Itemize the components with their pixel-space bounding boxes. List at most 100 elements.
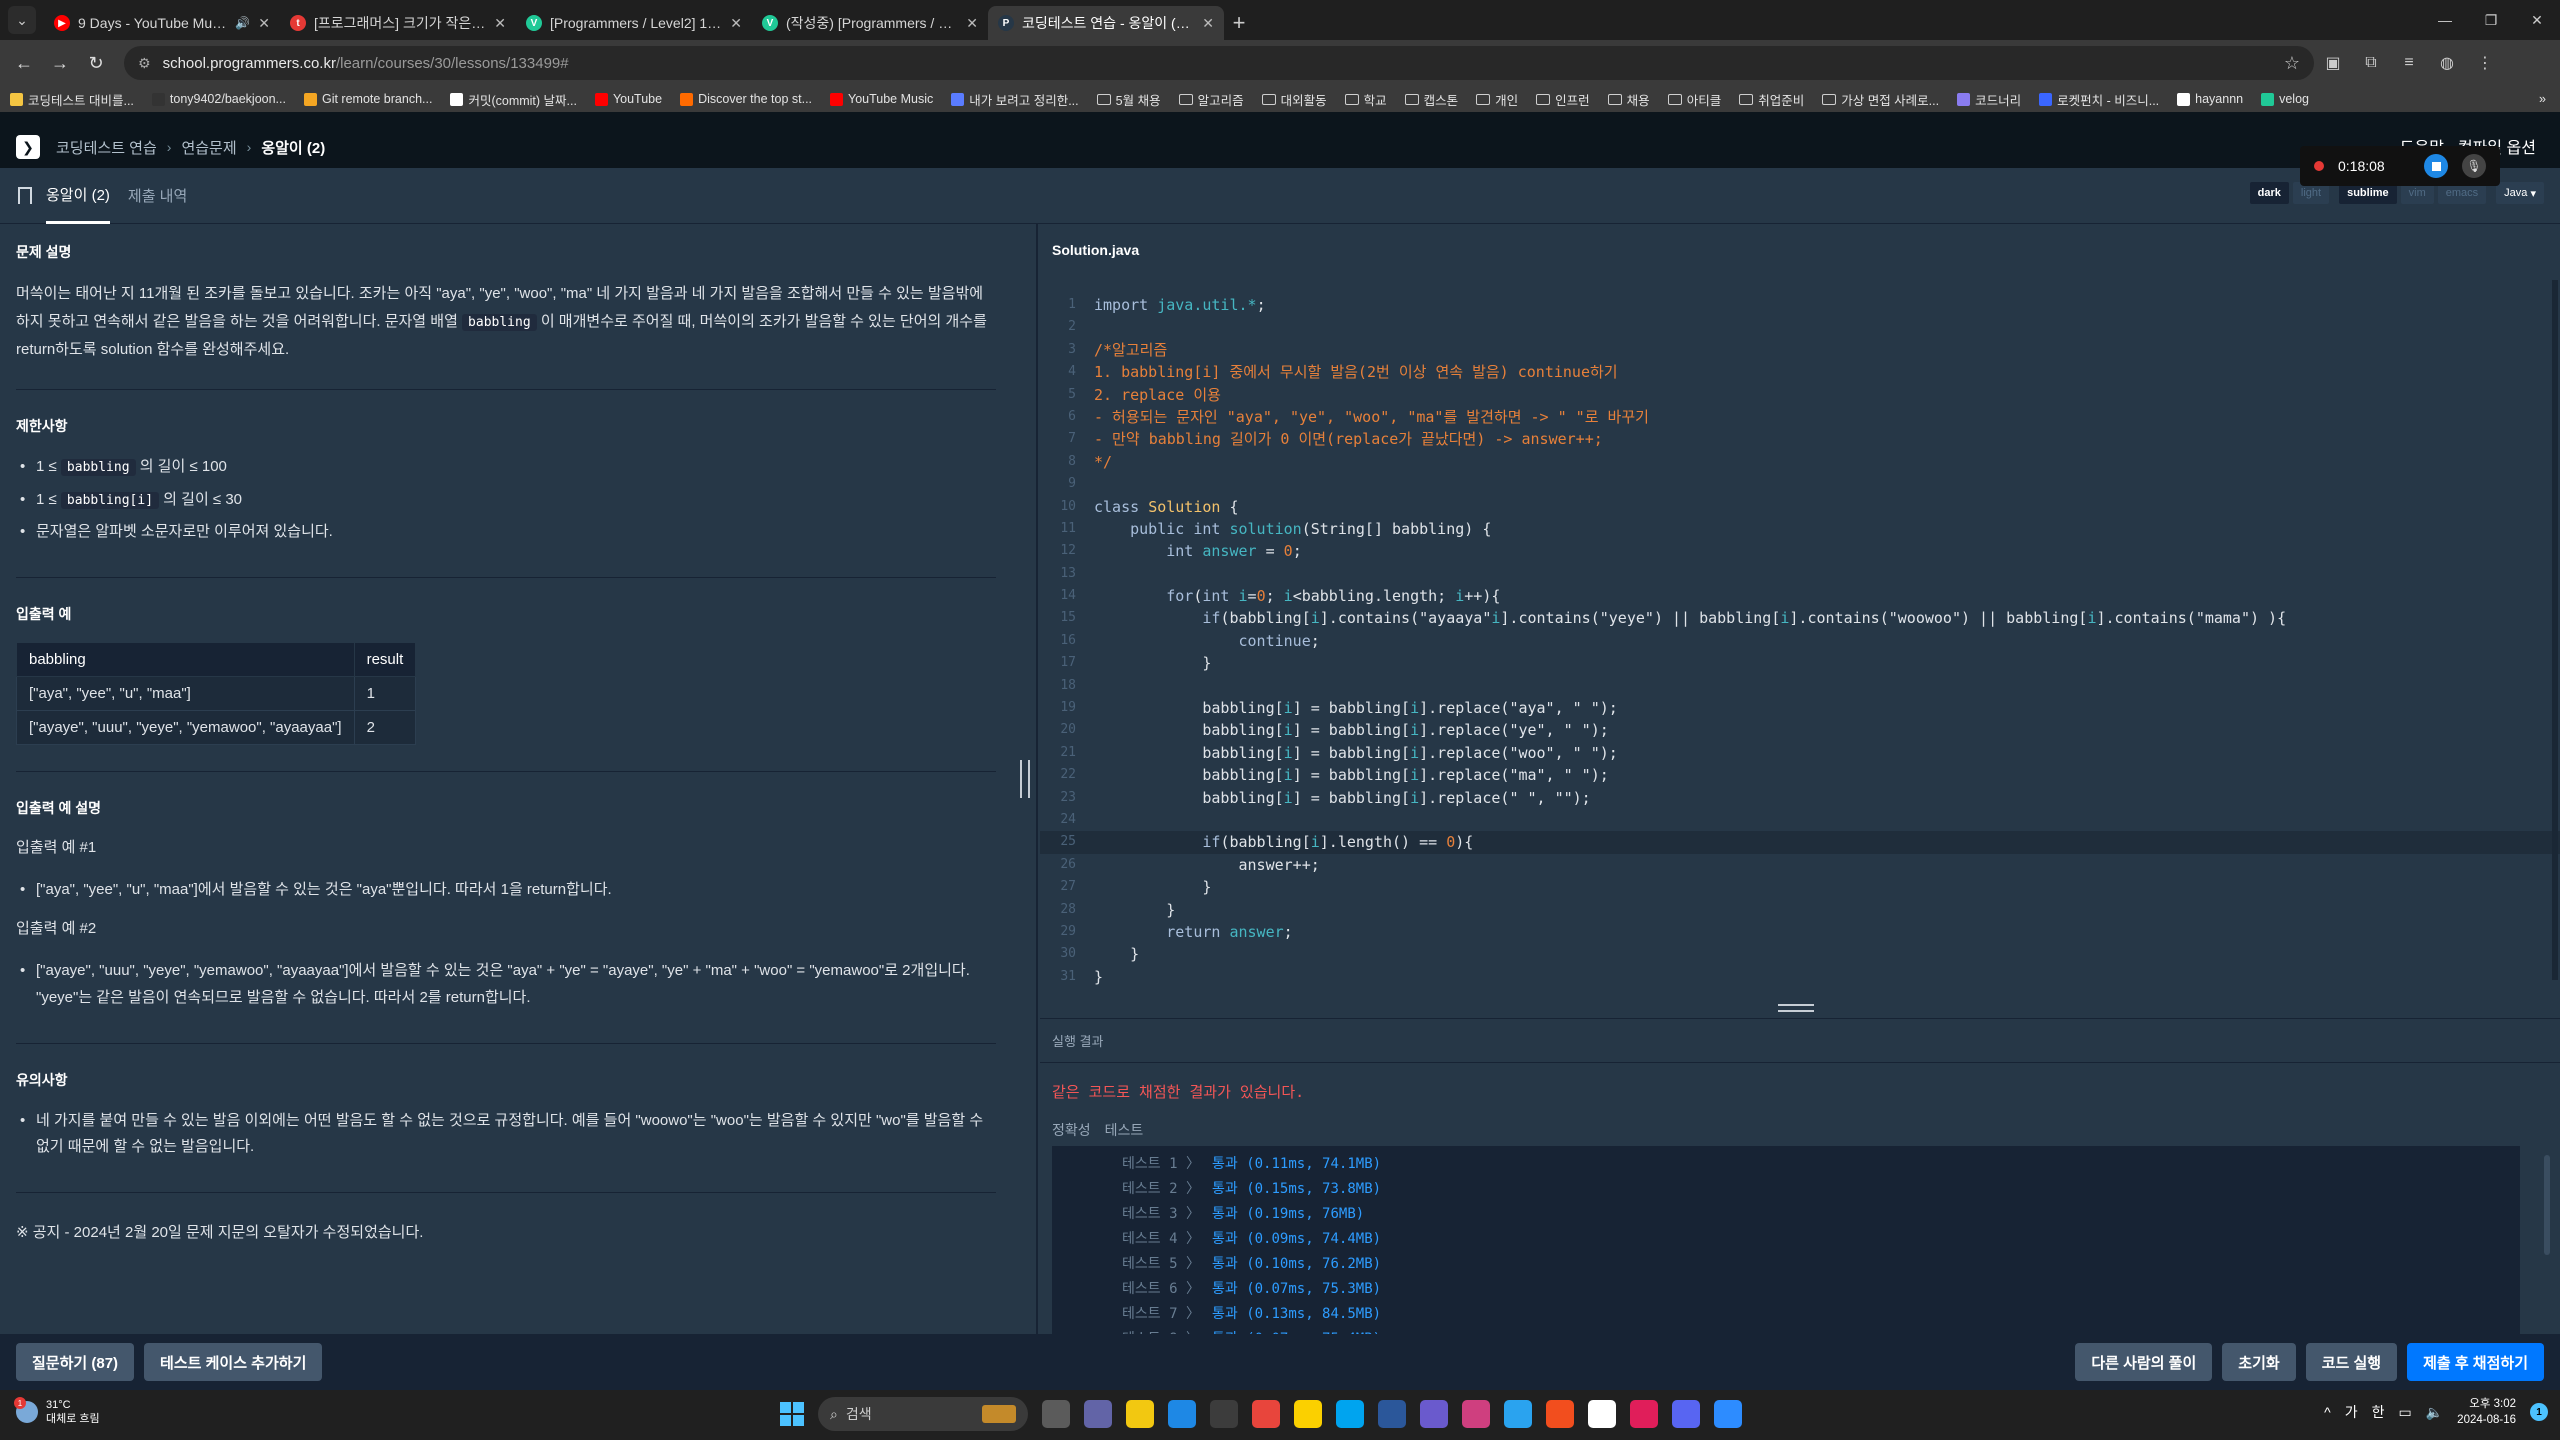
ask-question-button[interactable]: 질문하기 (87) xyxy=(16,1343,135,1381)
ime-language[interactable]: 한 xyxy=(2372,1402,2385,1422)
bookmark-item[interactable]: YouTube Music xyxy=(830,92,933,106)
forward-button[interactable]: → xyxy=(42,53,78,74)
network-icon[interactable]: ▭ xyxy=(2399,1404,2412,1421)
tab-close-icon[interactable]: ✕ xyxy=(1202,15,1214,32)
code-line[interactable]: 31} xyxy=(1040,966,2560,988)
code-line[interactable]: 9 xyxy=(1040,473,2560,495)
tab-close-icon[interactable]: ✕ xyxy=(966,15,978,32)
site-info-icon[interactable]: ⚙ xyxy=(138,55,151,72)
taskbar-search[interactable]: ⌕ 검색 xyxy=(818,1397,1028,1431)
editor-scrollbar[interactable] xyxy=(2552,280,2558,980)
windows-start-icon[interactable] xyxy=(780,1402,804,1426)
code-line[interactable]: 15 if(babbling[i].contains("ayaaya"i].co… xyxy=(1040,607,2560,629)
back-button[interactable]: ← xyxy=(6,53,42,74)
bookmark-item[interactable]: Git remote branch... xyxy=(303,92,432,106)
taskbar-app-icon[interactable] xyxy=(1672,1400,1700,1428)
code-line[interactable]: 18 xyxy=(1040,675,2560,697)
code-line[interactable]: 12 int answer = 0; xyxy=(1040,540,2560,562)
bookmark-item[interactable]: 코딩테스트 대비를... xyxy=(10,90,134,109)
browser-tab[interactable]: t [프로그래머스] 크기가 작은 부 ✕ xyxy=(280,6,516,40)
bookmark-item[interactable]: hayannn xyxy=(2177,92,2243,106)
ime-mode[interactable]: 가 xyxy=(2345,1402,2358,1422)
browser-tab[interactable]: V (작성중) [Programmers / Level ✕ xyxy=(752,6,988,40)
bookmark-folder[interactable]: 캡스톤 xyxy=(1404,90,1458,109)
taskbar-app-icon[interactable] xyxy=(1084,1400,1112,1428)
bookmark-item[interactable]: 커밋(commit) 날짜... xyxy=(450,90,577,109)
mic-muted-icon[interactable]: 🎙 xyxy=(2462,154,2486,178)
bookmark-folder[interactable]: 취업준비 xyxy=(1739,90,1804,109)
taskbar-app-icon[interactable] xyxy=(1042,1400,1070,1428)
bookmark-item[interactable]: 코드너리 xyxy=(1957,90,2021,109)
close-window-button[interactable]: ✕ xyxy=(2514,0,2560,40)
results-scrollbar[interactable] xyxy=(2544,1155,2550,1255)
taskbar-app-icon[interactable] xyxy=(1504,1400,1532,1428)
programmers-logo[interactable]: ❯ xyxy=(16,135,40,159)
browser-tab[interactable]: P 코딩테스트 연습 - 옹알이 (2) | ✕ xyxy=(988,6,1224,40)
submit-button[interactable]: 제출 후 채점하기 xyxy=(2407,1343,2544,1381)
bookmark-folder[interactable]: 5월 채용 xyxy=(1096,90,1161,109)
bookmark-item[interactable]: 로켓펀치 - 비즈니... xyxy=(2039,90,2159,109)
taskbar-app-icon[interactable] xyxy=(1210,1400,1238,1428)
code-line[interactable]: 22 babbling[i] = babbling[i].replace("ma… xyxy=(1040,764,2560,786)
bookmark-item[interactable]: YouTube xyxy=(594,92,662,106)
weather-widget[interactable]: 1 31°C 대체로 흐림 xyxy=(14,1397,100,1426)
code-line[interactable]: 8 */ xyxy=(1040,451,2560,473)
taskbar-app-icon[interactable] xyxy=(1126,1400,1154,1428)
code-editor[interactable]: 1 import java.util.*; 2 3/*알고리즘 4 1. babblin… xyxy=(1040,280,2560,1000)
taskbar-app-icon[interactable] xyxy=(1378,1400,1406,1428)
tray-overflow-icon[interactable]: ^ xyxy=(2324,1404,2331,1420)
tab-audio-icon[interactable]: 🔊 xyxy=(235,16,250,30)
bookmark-item[interactable]: velog xyxy=(2261,92,2309,106)
taskbar-app-icon[interactable] xyxy=(1546,1400,1574,1428)
tab-search-button[interactable]: ⌄ xyxy=(8,6,36,34)
bookmark-item[interactable]: 내가 보려고 정리한... xyxy=(951,90,1079,109)
code-line[interactable]: 26 answer++; xyxy=(1040,854,2560,876)
media-control-icon[interactable]: ≡ xyxy=(2390,54,2428,72)
taskbar-app-icon[interactable] xyxy=(1252,1400,1280,1428)
code-line[interactable]: 16 continue; xyxy=(1040,630,2560,652)
bookmark-star-icon[interactable]: ☆ xyxy=(2284,53,2300,74)
code-line[interactable]: 1 import java.util.*; xyxy=(1040,294,2560,316)
code-line[interactable]: 27 } xyxy=(1040,876,2560,898)
code-line[interactable]: 5 2. replace 이용 xyxy=(1040,384,2560,406)
bookmark-folder[interactable]: 채용 xyxy=(1607,90,1650,109)
tab-close-icon[interactable]: ✕ xyxy=(258,15,270,32)
bookmark-folder[interactable]: 개인 xyxy=(1476,90,1518,109)
url-bar[interactable]: ⚙ school.programmers.co.kr/learn/courses… xyxy=(124,46,2314,80)
volume-icon[interactable]: 🔈 xyxy=(2426,1404,2443,1421)
browser-tab[interactable]: ▶ 9 Days - YouTube Music 🔊 ✕ xyxy=(44,6,280,40)
language-select[interactable]: Java ▾ xyxy=(2496,182,2544,204)
code-line[interactable]: 25 if(babbling[i].length() == 0){ xyxy=(1040,831,2560,854)
code-line[interactable]: 28 } xyxy=(1040,899,2560,921)
bookmark-folder[interactable]: 알고리즘 xyxy=(1178,90,1244,109)
code-line[interactable]: 3 /*알고리즘 xyxy=(1040,339,2560,361)
menu-icon[interactable]: ⋮ xyxy=(2466,53,2504,73)
results-tab-test[interactable]: 테스트 xyxy=(1105,1120,1144,1140)
bookmark-icon[interactable] xyxy=(18,187,32,204)
tab-close-icon[interactable]: ✕ xyxy=(730,15,742,32)
taskbar-app-icon[interactable] xyxy=(1420,1400,1448,1428)
taskbar-app-icon[interactable] xyxy=(1714,1400,1742,1428)
code-line[interactable]: 14 for(int i=0; i<babbling.length; i++){ xyxy=(1040,585,2560,607)
code-line[interactable]: 19 babbling[i] = babbling[i].replace("ay… xyxy=(1040,697,2560,719)
run-code-button[interactable]: 코드 실행 xyxy=(2305,1343,2398,1381)
code-line[interactable]: 2 xyxy=(1040,316,2560,338)
breadcrumb-course[interactable]: 코딩테스트 연습 xyxy=(56,137,157,158)
bookmark-folder[interactable]: 대외활동 xyxy=(1261,90,1327,109)
bookmark-folder[interactable]: 가상 면접 사례로... xyxy=(1822,90,1939,109)
theme-dark-button[interactable]: dark xyxy=(2249,182,2289,204)
minimize-button[interactable]: — xyxy=(2422,0,2468,40)
result-resize-handle[interactable] xyxy=(1778,1004,1814,1012)
browser-tab[interactable]: V [Programmers / Level2] 17687 ✕ xyxy=(516,6,752,40)
new-tab-button[interactable]: + xyxy=(1224,8,1254,38)
results-tab-accuracy[interactable]: 정확성 xyxy=(1052,1120,1091,1140)
add-test-case-button[interactable]: 테스트 케이스 추가하기 xyxy=(144,1343,323,1381)
code-line[interactable]: 7 - 만약 babbling 길이가 0 이면(replace가 끝났다면) -… xyxy=(1040,428,2560,450)
reader-icon[interactable]: ▣ xyxy=(2314,53,2352,73)
code-line[interactable]: 17 } xyxy=(1040,652,2560,674)
panel-resize-handle[interactable] xyxy=(1020,760,1030,798)
taskbar-app-icon[interactable] xyxy=(1462,1400,1490,1428)
stop-recording-button[interactable] xyxy=(2424,154,2448,178)
code-line[interactable]: 23 babbling[i] = babbling[i].replace(" "… xyxy=(1040,787,2560,809)
profile-icon[interactable]: ◍ xyxy=(2428,53,2466,73)
